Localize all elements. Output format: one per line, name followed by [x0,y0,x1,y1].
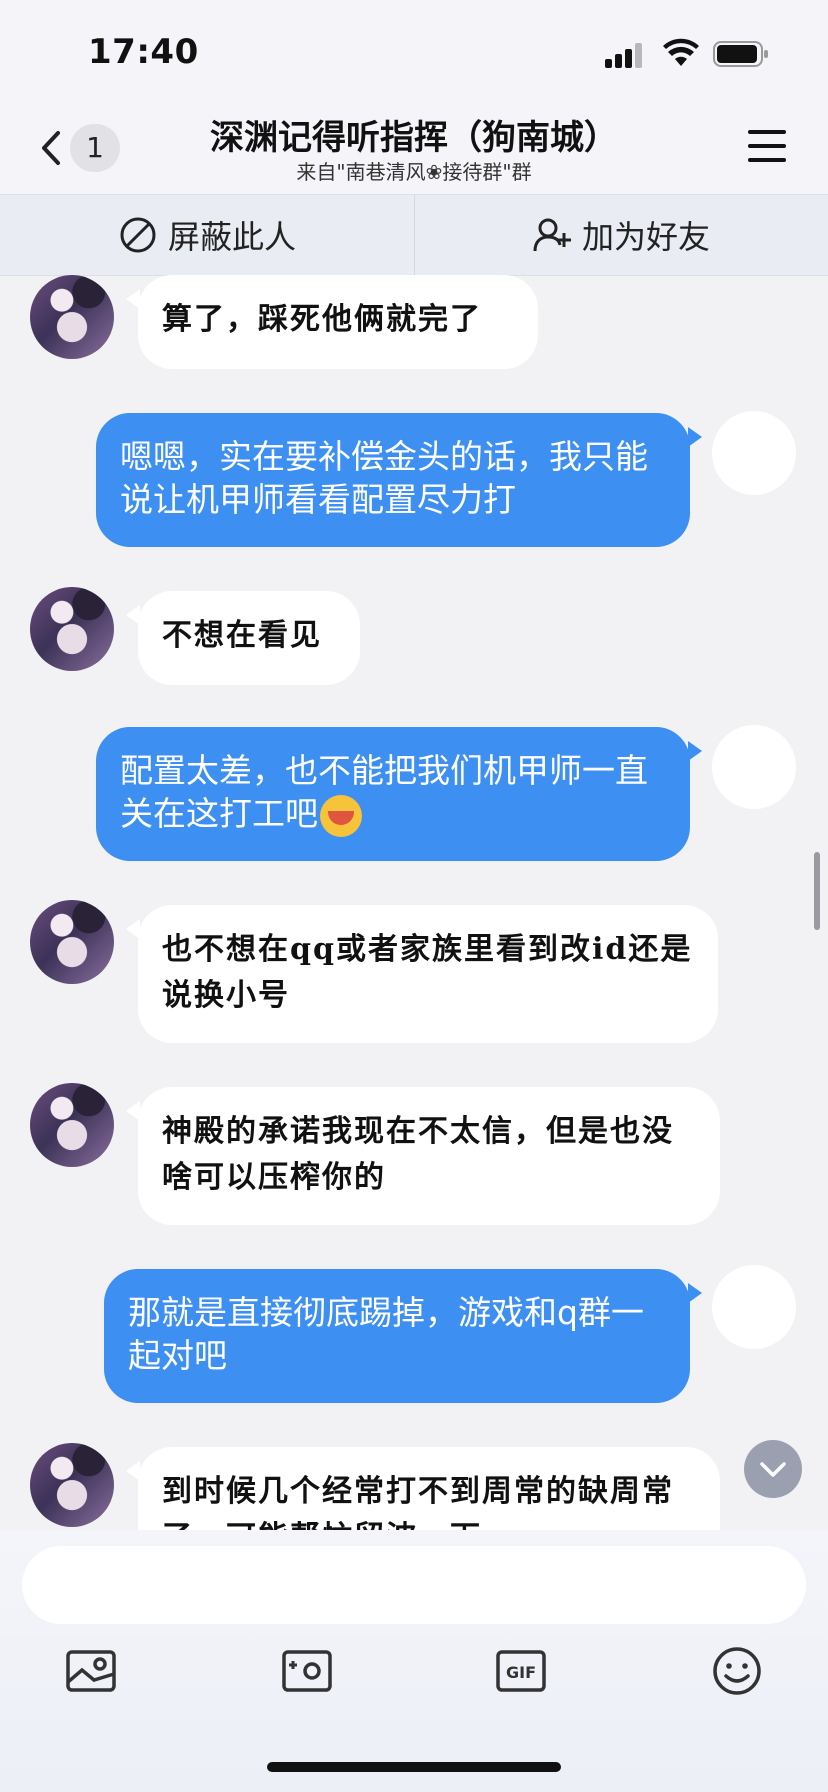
message-bubble-left[interactable]: 算了，踩死他俩就完了 [126,275,538,369]
menu-icon[interactable] [748,128,788,164]
avatar[interactable] [30,1443,114,1527]
signal-icon [605,42,645,68]
chevron-left-icon [42,131,60,165]
add-user-icon [533,218,571,252]
camera-icon[interactable] [280,1644,334,1698]
avatar[interactable] [712,411,796,495]
avatar[interactable] [712,725,796,809]
unread-badge: 1 [70,124,120,172]
avatar[interactable] [30,275,114,359]
message-bubble-left[interactable]: 到时候几个经常打不到周常的缺周常了，可能帮忙留波一下 [126,1447,720,1530]
message-bubble-right[interactable]: 配置太差，也不能把我们机甲师一直关在这打工吧 [96,727,702,861]
message-bubble-left[interactable]: 也不想在qq或者家族里看到改id还是说换小号 [126,905,718,1043]
avatar[interactable] [712,1265,796,1349]
image-icon[interactable] [64,1644,118,1698]
status-bar: 17:40 [0,0,828,110]
laughing-emoji-icon [320,794,362,837]
message-bubble-right[interactable]: 嗯嗯，实在要补偿金头的话，我只能说让机甲师看看配置尽力打 [96,413,702,547]
svg-text:GIF: GIF [506,1663,536,1682]
message-input[interactable] [22,1546,806,1624]
message-list[interactable]: 算了，踩死他俩就完了 嗯嗯，实在要补偿金头的话，我只能说让机甲师看看配置尽力打 … [0,275,828,1530]
action-bar: 屏蔽此人 加为好友 [0,194,828,276]
chat-title: 深渊记得听指挥（狗南城） [210,118,618,158]
message-bubble-left[interactable]: 神殿的承诺我现在不太信，但是也没啥可以压榨你的 [126,1087,720,1225]
home-indicator [267,1762,561,1772]
battery-icon [713,41,768,67]
gif-icon[interactable]: GIF [494,1644,548,1698]
wifi-icon [663,38,699,66]
composer: GIF [0,1530,828,1792]
message-text: 配置太差，也不能把我们机甲师一直关在这打工吧 [120,751,648,833]
avatar[interactable] [30,900,114,984]
add-friend-button[interactable]: 加为好友 [414,195,828,275]
block-user-label: 屏蔽此人 [167,218,296,256]
avatar[interactable] [30,1083,114,1167]
add-friend-label: 加为好友 [581,218,710,256]
chevron-down-icon [760,1462,786,1477]
emoji-icon[interactable] [710,1644,764,1698]
scrollbar[interactable] [814,852,820,930]
chat-header: 1 深渊记得听指挥（狗南城） 来自"南巷清风❀接待群"群 [0,110,828,194]
chat-subtitle: 来自"南巷清风❀接待群"群 [296,160,532,184]
message-bubble-left[interactable]: 不想在看见 [126,591,360,685]
status-time: 17:40 [88,32,199,72]
message-bubble-right[interactable]: 那就是直接彻底踢掉，游戏和q群一起对吧 [104,1269,702,1403]
avatar[interactable] [30,587,114,671]
block-user-button[interactable]: 屏蔽此人 [0,195,414,275]
scroll-to-bottom-button[interactable] [744,1440,802,1498]
back-button[interactable]: 1 [36,124,126,172]
block-icon [120,217,156,253]
